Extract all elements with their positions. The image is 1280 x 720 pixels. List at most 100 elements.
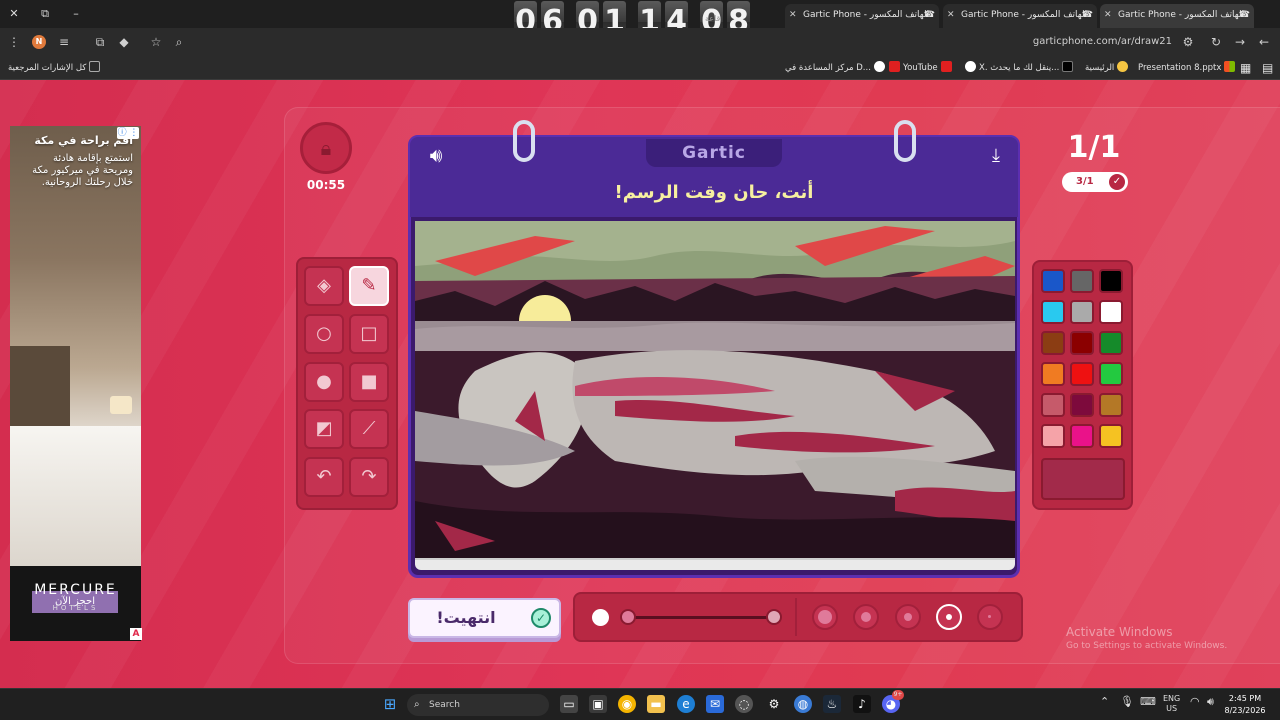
ad-info-icon[interactable]: ⓘ ⋮ (117, 127, 139, 139)
binder-ring-left (513, 120, 535, 162)
opacity-slider-end[interactable] (766, 609, 782, 625)
language-indicator[interactable]: ENG US (1163, 694, 1180, 714)
browser-tab[interactable]: ✕ Gartic Phone - الهاتف المكسور ☎ (785, 4, 939, 28)
apps-grid-icon[interactable]: ▦ (1240, 60, 1251, 76)
eraser-tool[interactable]: ◈ (304, 266, 344, 306)
done-button[interactable]: انتهيت! ✓ (408, 598, 561, 638)
ad-text-block: اقم براحة في مكة استمتع بإقامة هادئة ومر… (21, 134, 133, 189)
app-icon[interactable]: ◌ (735, 695, 753, 713)
file-explorer-icon[interactable]: ▬ (647, 695, 665, 713)
filled-ellipse-tool[interactable]: ● (304, 362, 344, 402)
url-field[interactable]: garticphone.com/ar/draw21 (1030, 34, 1172, 50)
color-swatch[interactable] (1099, 424, 1123, 448)
system-clock[interactable]: 2:45 PM 8/23/2026 (1222, 693, 1268, 717)
color-swatch[interactable] (1099, 331, 1123, 355)
brush-size-m[interactable] (895, 604, 921, 630)
bookmark-presentation[interactable]: Presentation 8.pptx (1138, 60, 1238, 76)
filled-rectangle-tool[interactable]: ■ (349, 362, 389, 402)
brush-size-xl[interactable] (812, 604, 838, 630)
browser-tab-active[interactable]: ✕ Gartic Phone - الهاتف المكسور ☎ (1100, 4, 1254, 28)
address-bar: ⋮ N ≡ ⧉ ◆ ☆ ⌕ garticphone.com/ar/draw21 … (0, 28, 1280, 56)
brush-size-l[interactable] (853, 604, 879, 630)
color-swatch[interactable] (1099, 393, 1123, 417)
pencil-tool[interactable]: ✎ (349, 266, 389, 306)
extensions-icon[interactable]: ⧉ (92, 34, 108, 50)
color-swatch[interactable] (1070, 269, 1094, 293)
mail-icon[interactable]: ✉ (706, 695, 724, 713)
brush-size-xs[interactable] (977, 604, 1003, 630)
rectangle-tool[interactable]: □ (349, 314, 389, 354)
color-swatch[interactable] (1099, 269, 1123, 293)
taskbar-search[interactable]: ⌕ Search (407, 694, 549, 716)
redo-tool[interactable]: ↷ (349, 457, 389, 497)
microphone-icon[interactable]: 🎙︎ (1120, 695, 1134, 708)
reload-icon[interactable]: ↻ (1208, 34, 1224, 50)
bookmark-youtube[interactable]: YouTube (886, 60, 955, 76)
bookmark-label: Presentation 8.pptx (1138, 63, 1222, 73)
line-tool[interactable]: ⟋ (349, 409, 389, 449)
opacity-slider-track[interactable] (628, 616, 774, 619)
bookmark-x[interactable]: X. ينقل لك ما يحدث... (962, 60, 1076, 76)
steam-icon[interactable]: ♨ (823, 695, 841, 713)
color-swatch[interactable] (1041, 269, 1065, 293)
download-icon[interactable]: ⤓ (984, 144, 1008, 168)
volume-icon[interactable]: 🔊︎ (1207, 695, 1214, 709)
brush-size-s[interactable] (936, 604, 962, 630)
wifi-icon[interactable]: ◠ (1190, 695, 1200, 708)
task-view-icon[interactable]: ▭ (560, 695, 578, 713)
bookmark-home[interactable]: الرئيسية (1085, 60, 1131, 76)
bookmark-help[interactable]: مركز المساعدة في D... (785, 60, 888, 76)
restore-window-icon[interactable]: ⧉ (37, 6, 53, 22)
close-tab-icon[interactable]: ✕ (1104, 4, 1112, 26)
keyboard-icon[interactable]: ⌨ (1140, 695, 1156, 708)
color-swatch[interactable] (1070, 393, 1094, 417)
zoom-icon[interactable]: ⌕ (171, 34, 187, 50)
color-swatch[interactable] (1041, 300, 1065, 324)
color-swatch[interactable] (1099, 300, 1123, 324)
forward-icon[interactable]: → (1232, 34, 1248, 50)
square-outline-icon: □ (360, 323, 378, 344)
settings-icon[interactable]: ⚙ (765, 695, 783, 713)
current-color-preview[interactable] (1041, 458, 1125, 500)
menu-kebab-icon[interactable]: ⋮ (6, 34, 22, 50)
color-swatch[interactable] (1070, 424, 1094, 448)
sidebar-toggle-icon[interactable]: ▤ (1262, 60, 1273, 76)
ellipse-tool[interactable]: ○ (304, 314, 344, 354)
color-swatch[interactable] (1070, 300, 1094, 324)
speaker-icon[interactable]: 🔊︎ (422, 143, 450, 167)
reading-list-icon[interactable]: ≡ (56, 34, 72, 50)
shield-extension-icon[interactable]: ◆ (116, 34, 132, 50)
color-swatch[interactable] (1041, 393, 1065, 417)
windows-start-icon[interactable]: ⊞ (381, 695, 399, 713)
profile-avatar[interactable]: N (32, 35, 46, 49)
color-swatch[interactable] (1041, 331, 1065, 355)
bookmark-star-icon[interactable]: ☆ (148, 34, 164, 50)
color-swatch[interactable] (1070, 362, 1094, 386)
store-icon[interactable]: ▣ (589, 695, 607, 713)
back-icon[interactable]: ← (1256, 34, 1272, 50)
opacity-slider-handle[interactable] (620, 609, 636, 625)
adchoices-badge[interactable]: A (130, 628, 142, 640)
close-tab-icon[interactable]: ✕ (789, 4, 797, 26)
bookmarks-bar: كل الإشارات المرجعية مركز المساعدة في D.… (0, 56, 1280, 80)
brush-size-dot (946, 614, 952, 620)
undo-tool[interactable]: ↶ (304, 457, 344, 497)
drawing-canvas[interactable] (415, 221, 1015, 558)
color-swatch[interactable] (1041, 424, 1065, 448)
tray-overflow-icon[interactable]: ⌃ (1100, 695, 1109, 708)
hotel-advertisement[interactable]: اقم براحة في مكة استمتع بإقامة هادئة ومر… (10, 126, 141, 641)
edge-icon[interactable]: e (677, 695, 695, 713)
minimize-window-icon[interactable]: – (68, 6, 84, 22)
color-swatch[interactable] (1070, 331, 1094, 355)
color-swatch[interactable] (1099, 362, 1123, 386)
fill-bucket-tool[interactable]: ◩ (304, 409, 344, 449)
all-bookmarks[interactable]: كل الإشارات المرجعية (8, 60, 103, 76)
site-settings-icon[interactable]: ⚙ (1180, 34, 1196, 50)
browser-tab[interactable]: ✕ Gartic Phone - الهاتف المكسور ☎ (943, 4, 1097, 28)
close-tab-icon[interactable]: ✕ (947, 4, 955, 26)
close-window-icon[interactable]: ✕ (6, 6, 22, 22)
browser-icon[interactable]: ◍ (794, 695, 812, 713)
chrome-icon[interactable]: ◉ (618, 695, 636, 713)
tiktok-icon[interactable]: ♪ (853, 695, 871, 713)
color-swatch[interactable] (1041, 362, 1065, 386)
